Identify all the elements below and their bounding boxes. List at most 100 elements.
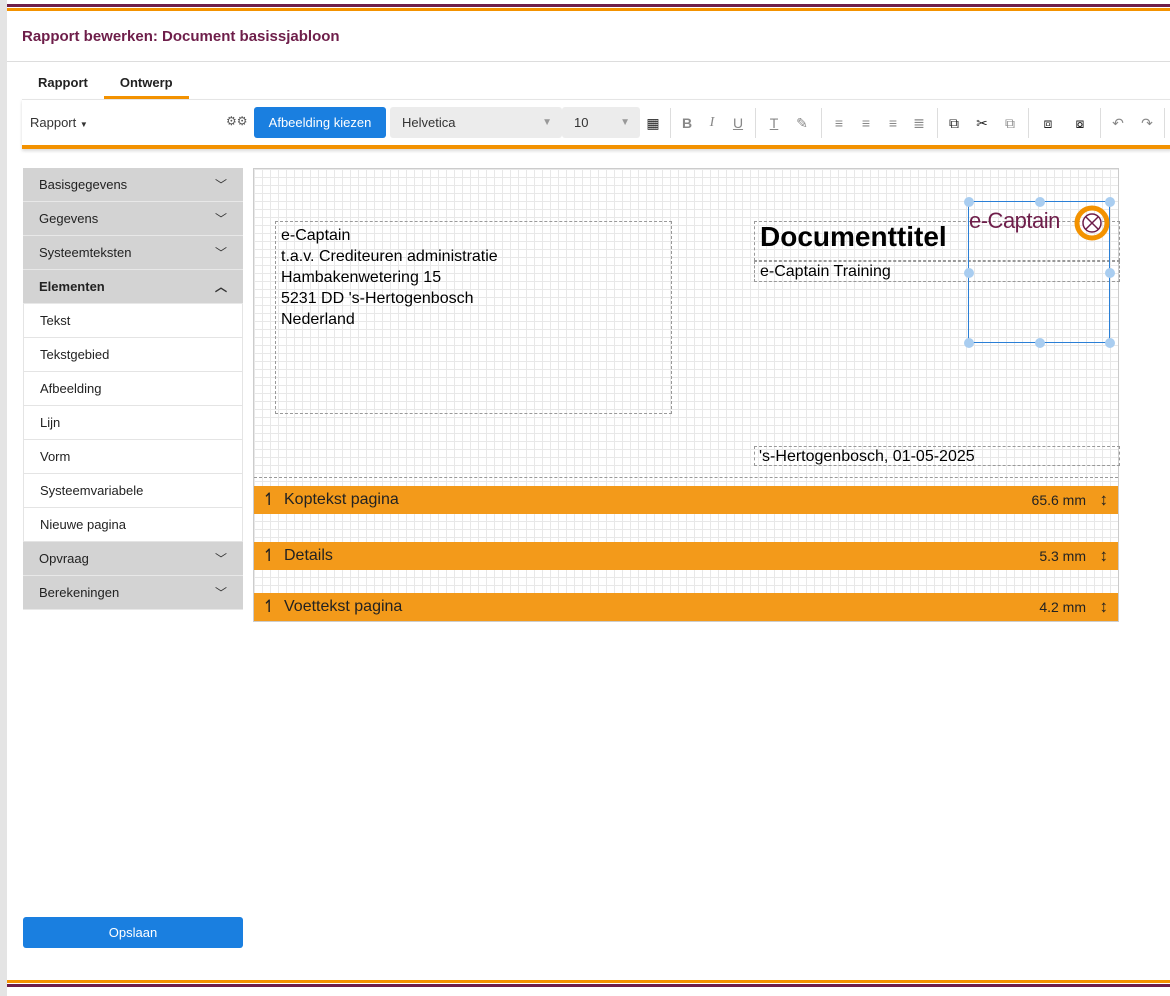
band-height: 5.3 mm <box>1039 548 1086 564</box>
band-label: Koptekst pagina <box>284 491 399 508</box>
date-field[interactable]: 's-Hertogenbosch, 01-05-2025 <box>754 446 1120 466</box>
app-window: Rapport bewerken: Document basissjabloon… <box>7 0 1170 996</box>
choose-image-button[interactable]: Afbeelding kiezen <box>254 107 386 138</box>
text-color-icon[interactable]: T <box>764 115 784 131</box>
toolbar-divider <box>937 108 938 138</box>
bottom-stripe-orange <box>7 980 1170 983</box>
chevron-down-icon: ▼ <box>542 117 552 128</box>
bring-front-icon[interactable]: ⧈ <box>1038 115 1058 132</box>
logo-text: e-Captain <box>969 208 1060 233</box>
align-center-icon[interactable]: ≡ <box>856 115 876 131</box>
toolbar-divider <box>1028 108 1029 138</box>
align-left-icon[interactable]: ≡ <box>829 115 849 131</box>
logo-circle-icon <box>1074 205 1110 241</box>
resize-handle[interactable] <box>1105 197 1115 207</box>
section-berekeningen[interactable]: Berekeningen ﹀ <box>23 576 243 610</box>
tab-bar: Rapport Ontwerp <box>22 72 189 99</box>
logo-image-selected[interactable]: e-Captain <box>964 197 1115 348</box>
element-systeemvariabele[interactable]: Systeemvariabele <box>23 474 243 508</box>
design-canvas[interactable]: e-Captain t.a.v. Crediteuren administrat… <box>253 168 1120 622</box>
top-stripe-purple <box>7 4 1170 7</box>
resize-handle[interactable] <box>964 197 974 207</box>
address-line: t.a.v. Crediteuren administratie <box>281 248 498 265</box>
resize-handle[interactable] <box>964 268 974 278</box>
resize-handle[interactable] <box>1035 338 1045 348</box>
save-button[interactable]: Opslaan <box>23 917 243 948</box>
address-line: Nederland <box>281 311 355 328</box>
italic-icon[interactable]: I <box>702 115 722 131</box>
collapse-arrow-icon[interactable]: ↿ <box>262 593 276 621</box>
element-vorm[interactable]: Vorm <box>23 440 243 474</box>
report-dropdown[interactable]: Rapport ▼ <box>30 115 88 130</box>
font-size-select[interactable]: 10 ▼ <box>562 107 640 138</box>
resize-handle[interactable] <box>1105 268 1115 278</box>
element-nieuwe-pagina[interactable]: Nieuwe pagina <box>23 508 243 542</box>
element-tekstgebied[interactable]: Tekstgebied <box>23 338 243 372</box>
address-line: Hambakenwetering 15 <box>281 269 442 286</box>
band-height: 65.6 mm <box>1031 492 1086 508</box>
address-line: 5231 DD 's-Hertogenbosch <box>281 290 474 307</box>
chevron-down-icon: ▼ <box>620 117 630 128</box>
address-line: e-Captain <box>281 227 351 244</box>
toolbar-divider <box>821 108 822 138</box>
bottom-stripe-purple <box>7 984 1170 987</box>
resize-handle[interactable] <box>1035 197 1045 207</box>
band-boundary-line <box>254 477 1118 478</box>
send-back-icon[interactable]: ⧇ <box>1070 115 1090 132</box>
section-opvraag[interactable]: Opvraag ﹀ <box>23 542 243 576</box>
band-details[interactable]: ↿ Details 5.3 mm ↕ <box>254 542 1118 570</box>
band-footer[interactable]: ↿ Voettekst pagina 4.2 mm ↕ <box>254 593 1118 621</box>
toolbar-divider <box>1100 108 1101 138</box>
collapse-arrow-icon[interactable]: ↿ <box>262 486 276 514</box>
underline-icon[interactable]: U <box>728 115 748 131</box>
font-family-select[interactable]: Helvetica ▼ <box>390 107 562 138</box>
resize-handle[interactable] <box>1105 338 1115 348</box>
element-afbeelding[interactable]: Afbeelding <box>23 372 243 406</box>
band-label: Details <box>284 547 333 564</box>
chevron-down-icon: ﹀ <box>214 586 227 600</box>
chevron-up-icon: ︿ <box>214 280 227 294</box>
editor-toolbar: Rapport ▼ ⚙⚙ Afbeelding kiezen Helvetica… <box>22 99 1170 149</box>
resize-vertical-icon[interactable]: ↕ <box>1100 542 1109 570</box>
band-height: 4.2 mm <box>1039 599 1086 615</box>
align-right-icon[interactable]: ≡ <box>883 115 903 131</box>
element-lijn[interactable]: Lijn <box>23 406 243 440</box>
redo-icon[interactable]: ↷ <box>1137 115 1157 132</box>
grid-icon[interactable]: ▦ <box>643 115 663 132</box>
toolbar-divider <box>670 108 671 138</box>
tab-rapport[interactable]: Rapport <box>22 72 104 99</box>
toolbar-divider <box>1164 108 1165 138</box>
toolbar-divider <box>755 108 756 138</box>
resize-vertical-icon[interactable]: ↕ <box>1100 593 1109 621</box>
address-textarea[interactable]: e-Captain t.a.v. Crediteuren administrat… <box>275 221 672 414</box>
section-systeemteksten[interactable]: Systeemteksten ﹀ <box>23 236 243 270</box>
section-gegevens[interactable]: Gegevens ﹀ <box>23 202 243 236</box>
chevron-down-icon: ﹀ <box>214 552 227 566</box>
band-label: Voettekst pagina <box>284 598 403 615</box>
highlight-icon[interactable]: ✎ <box>792 115 812 132</box>
element-tekst[interactable]: Tekst <box>23 304 243 338</box>
chevron-down-icon: ﹀ <box>214 246 227 260</box>
collapse-arrow-icon[interactable]: ↿ <box>262 542 276 570</box>
resize-vertical-icon[interactable]: ↕ <box>1100 486 1109 514</box>
chevron-down-icon: ﹀ <box>214 178 227 192</box>
chevron-down-icon: ﹀ <box>214 212 227 226</box>
copy-icon[interactable]: ⧉ <box>944 115 964 132</box>
settings-gears-icon[interactable]: ⚙⚙ <box>226 114 248 128</box>
document-title: Documenttitel <box>760 221 947 252</box>
page-title: Rapport bewerken: Document basissjabloon <box>22 28 340 45</box>
band-header[interactable]: ↿ Koptekst pagina 65.6 mm ↕ <box>254 486 1118 514</box>
tab-ontwerp[interactable]: Ontwerp <box>103 72 189 99</box>
section-elementen[interactable]: Elementen ︿ <box>23 270 243 304</box>
section-basisgegevens[interactable]: Basisgegevens ﹀ <box>23 168 243 202</box>
paste-icon[interactable]: ⧉ <box>1000 115 1020 132</box>
title-divider <box>7 61 1170 62</box>
align-justify-icon[interactable]: ≣ <box>909 115 929 132</box>
caret-down-icon: ▼ <box>79 120 88 129</box>
sidebar: Basisgegevens ﹀ Gegevens ﹀ Systeemteksten ﹀… <box>23 168 243 610</box>
undo-icon[interactable]: ↶ <box>1108 115 1128 132</box>
top-stripe-orange <box>7 8 1170 11</box>
cut-icon[interactable]: ✂ <box>972 115 992 132</box>
bold-icon[interactable]: B <box>677 115 697 131</box>
resize-handle[interactable] <box>964 338 974 348</box>
